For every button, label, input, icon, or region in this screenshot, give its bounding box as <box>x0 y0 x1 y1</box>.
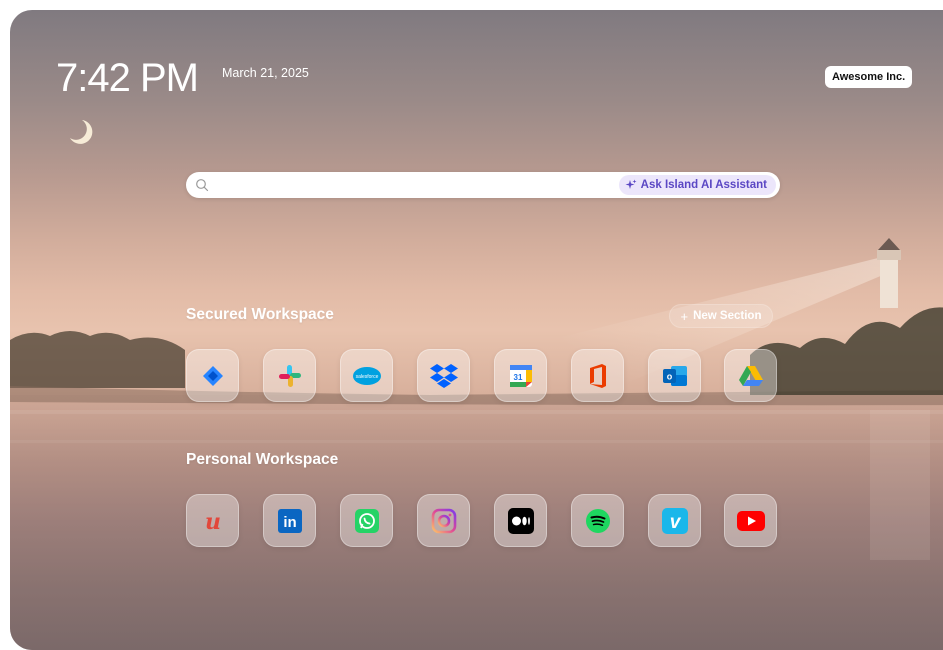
app-tile-google-drive[interactable] <box>724 349 777 402</box>
app-tile-whatsapp[interactable] <box>340 494 393 547</box>
new-section-label: New Section <box>693 310 762 322</box>
outlook-icon: o <box>662 365 687 386</box>
new-section-button[interactable]: + New Section <box>669 304 773 328</box>
org-badge[interactable]: Awesome Inc. <box>825 66 913 88</box>
youtube-icon <box>736 510 765 531</box>
clock-time: 7:42 PM <box>56 56 199 100</box>
spotify-icon <box>585 508 610 533</box>
plus-icon: + <box>680 308 689 324</box>
medium-icon <box>507 507 534 534</box>
app-tile-dropbox[interactable] <box>417 349 470 402</box>
personal-workspace-title: Personal Workspace <box>186 451 339 468</box>
app-tile-instagram[interactable] <box>417 494 470 547</box>
app-tile-outlook[interactable]: o <box>648 349 701 402</box>
google-drive-icon <box>738 365 763 386</box>
ask-ai-button[interactable]: Ask Island AI Assistant <box>618 175 776 195</box>
vimeo-icon: v <box>661 507 688 534</box>
app-tile-udemy[interactable]: u <box>186 494 239 547</box>
app-tile-slack[interactable] <box>263 349 316 402</box>
search-bar[interactable]: Ask Island AI Assistant <box>186 172 780 198</box>
jira-icon <box>202 365 223 386</box>
calendar-day: 31 <box>513 373 522 382</box>
app-tile-spotify[interactable] <box>571 494 624 547</box>
lake-water <box>10 395 943 650</box>
trees-left <box>10 331 185 388</box>
vimeo-letter: v <box>669 512 681 533</box>
google-calendar-icon: 31 <box>509 364 532 387</box>
outlook-letter: o <box>666 371 672 381</box>
linkedin-icon: in <box>277 508 302 533</box>
instagram-icon <box>431 508 456 533</box>
whatsapp-icon <box>354 508 379 533</box>
new-tab-page: 7:42 PM March 21, 2025 Awesome Inc. Ask … <box>10 10 943 650</box>
app-tile-linkedin[interactable]: in <box>263 494 316 547</box>
udemy-letter: u <box>205 509 221 533</box>
udemy-icon: u <box>205 509 221 533</box>
sparkle-icon <box>625 179 637 189</box>
app-tile-medium[interactable] <box>494 494 547 547</box>
app-tile-jira[interactable] <box>186 349 239 402</box>
app-tile-salesforce[interactable]: salesforce <box>340 349 393 402</box>
search-input[interactable] <box>216 175 620 197</box>
secured-workspace-title: Secured Workspace <box>186 306 334 323</box>
lighthouse-top <box>877 250 901 260</box>
ask-ai-label: Ask Island AI Assistant <box>640 179 767 191</box>
office-icon <box>589 363 606 388</box>
dropbox-icon <box>429 363 458 388</box>
app-tile-youtube[interactable] <box>724 494 777 547</box>
app-tile-google-calendar[interactable]: 31 <box>494 349 547 402</box>
moon-shape <box>70 120 93 144</box>
trees-right <box>750 307 943 395</box>
app-tile-vimeo[interactable]: v <box>648 494 701 547</box>
background-scenery <box>10 120 943 650</box>
search-icon <box>196 179 209 192</box>
slack-icon <box>278 364 301 387</box>
app-tile-office[interactable] <box>571 349 624 402</box>
salesforce-wordmark: salesforce <box>355 374 378 380</box>
clock-date: March 21, 2025 <box>222 66 309 80</box>
salesforce-icon: salesforce <box>352 366 381 385</box>
linkedin-letters: in <box>283 514 296 531</box>
lighthouse-tower <box>880 260 898 308</box>
